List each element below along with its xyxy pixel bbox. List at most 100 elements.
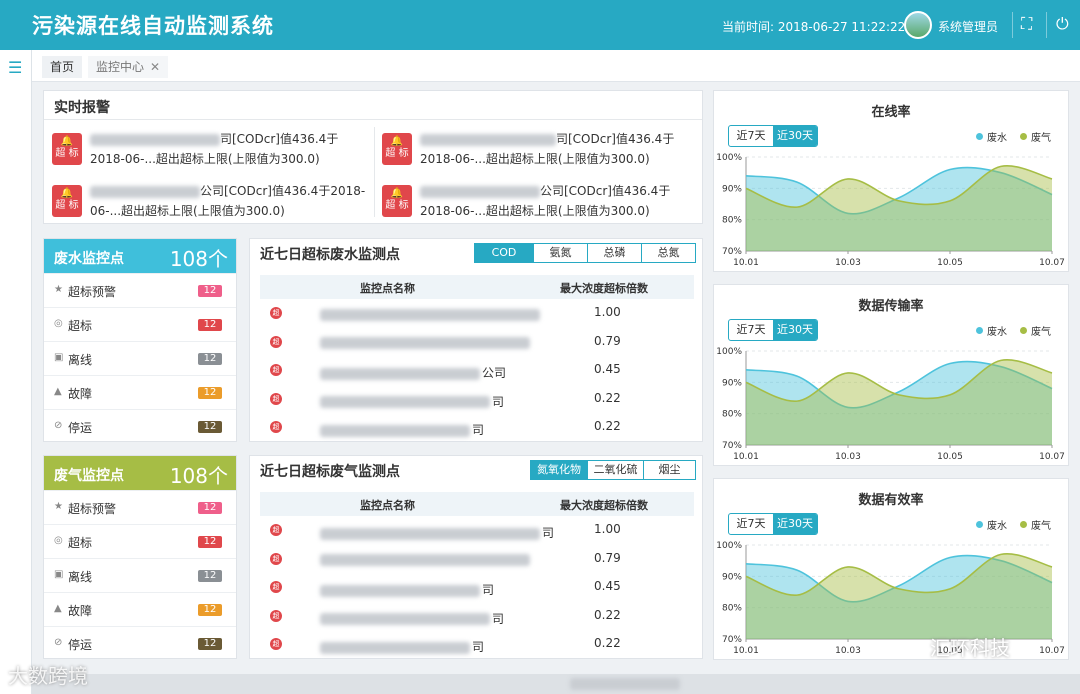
power-icon[interactable]: ⏻ (1056, 15, 1069, 33)
y-tick-label: 90% (722, 572, 742, 582)
table-row[interactable]: 超 司 0.22 (260, 602, 694, 630)
table-row[interactable]: 超 司 1.00 (260, 516, 694, 544)
fullscreen-icon[interactable]: ⛶ (1021, 15, 1032, 33)
pollutant-button-cod[interactable]: COD (475, 244, 533, 262)
exceed-dot-icon: 超 (270, 581, 282, 593)
pollutant-button-so2[interactable]: 二氧化硫 (587, 461, 643, 479)
table-row[interactable]: 超 司 0.22 (260, 413, 694, 441)
range-7d-button[interactable]: 近7天 (729, 126, 773, 146)
stat-row[interactable]: ▣ 离线 12 (44, 558, 236, 592)
legend-gas[interactable]: 废气 (1020, 129, 1051, 144)
y-tick-label: 90% (722, 378, 742, 388)
exceed-dot-icon: 超 (270, 421, 282, 433)
range-30d-button[interactable]: 近30天 (773, 126, 817, 146)
stat-row[interactable]: ▲ 故障 12 (44, 592, 236, 626)
table-row[interactable]: 超 公司 0.45 (260, 356, 694, 384)
row-value: 0.45 (594, 579, 621, 593)
alarm-item[interactable]: 🔔 超 标 司[CODcr]值436.4于2018-06-...超出超标上限(上限… (52, 129, 372, 171)
column-header: 监控点名称 (360, 282, 415, 295)
exceed-dot-icon: 超 (270, 335, 282, 348)
y-tick-label: 100% (716, 541, 742, 551)
y-tick-label: 70% (722, 247, 742, 257)
stat-row[interactable]: ⊘ 停运 12 (44, 626, 236, 660)
alarm-item[interactable]: 🔔 超 标 公司[CODcr]值436.4于2018-06-...超出超标上限(上… (382, 181, 702, 223)
table-row[interactable]: 超 0.79 (260, 545, 694, 573)
legend-water[interactable]: 废水 (976, 129, 1007, 144)
row-name: 司 (320, 524, 554, 541)
table-row[interactable]: 超 司 0.22 (260, 385, 694, 413)
menu-toggle-icon[interactable]: ☰ (8, 58, 22, 77)
stat-row-label: 超标预警 (68, 502, 117, 516)
column-header: 最大浓度超标倍数 (560, 282, 648, 295)
legend-dot (976, 133, 983, 140)
tab-home[interactable]: 首页 (42, 56, 83, 78)
pollutant-button-nitrogen[interactable]: 总氮 (641, 244, 695, 262)
exceed-dot-icon: 超 (270, 524, 282, 536)
stat-header[interactable]: 废气监控点 108个 (44, 456, 236, 490)
area-chart: 100% 90% 80% 70%10.01 10.03 10.05 10.07 (716, 153, 1065, 268)
pollutant-button-ammonia[interactable]: 氨氮 (533, 244, 587, 262)
legend-water[interactable]: 废水 (976, 323, 1007, 338)
row-name-text: 司 (542, 526, 555, 540)
redacted-text (90, 133, 220, 146)
stat-row[interactable]: ⊘ 停运 12 (44, 409, 236, 443)
redacted-text (320, 527, 540, 540)
stopped-icon: ⊘ (54, 637, 63, 648)
tab-monitor-center[interactable]: 监控中心 ✕ (88, 56, 169, 78)
stat-row[interactable]: ★ 超标预警 12 (44, 490, 236, 524)
valid-rate-chart-panel: 数据有效率 近7天 近30天 废水 废气 100% 90% 80% 70% 10.01 10.03 1… (713, 478, 1069, 660)
stat-row[interactable]: ◎ 超标 12 (44, 524, 236, 558)
y-tick-label: 90% (722, 184, 742, 194)
row-name-text: 司 (492, 394, 505, 409)
pollutant-button-phosphorus[interactable]: 总磷 (587, 244, 641, 262)
range-toggle: 近7天 近30天 (728, 319, 818, 341)
stat-row-label: 故障 (68, 604, 93, 618)
chart-title: 数据传输率 (858, 299, 924, 314)
range-7d-button[interactable]: 近7天 (729, 514, 773, 534)
stat-row[interactable]: ★ 超标预警 12 (44, 273, 236, 307)
redacted-text (320, 613, 490, 625)
range-30d-button[interactable]: 近30天 (773, 514, 817, 534)
row-value: 0.22 (594, 390, 621, 405)
x-tick-label: 10.05 (937, 258, 963, 268)
table-row[interactable]: 超 司 0.45 (260, 573, 694, 601)
legend-gas[interactable]: 废气 (1020, 517, 1051, 532)
exceed-dot-icon: 超 (270, 638, 282, 650)
legend-dot (976, 521, 983, 528)
area-chart: 100% 90% 80% 70%10.01 10.03 10.05 10.07 (716, 347, 1065, 462)
range-toggle: 近7天 近30天 (728, 125, 818, 147)
range-30d-button[interactable]: 近30天 (773, 320, 817, 340)
stat-row[interactable]: ▣ 离线 12 (44, 341, 236, 375)
table-row[interactable]: 超 司 0.22 (260, 630, 694, 658)
row-name (320, 336, 532, 350)
close-icon[interactable]: ✕ (150, 60, 160, 74)
stat-header[interactable]: 废水监控点 108个 (44, 239, 236, 273)
row-value: 1.00 (594, 522, 621, 536)
alarm-item[interactable]: 🔔 超 标 公司[CODcr]值436.4于2018-06-...超出超标上限(上… (52, 181, 372, 223)
stat-row[interactable]: ▲ 故障 12 (44, 375, 236, 409)
offline-icon: ▣ (54, 352, 64, 363)
user-avatar[interactable] (904, 11, 932, 39)
alarm-item[interactable]: 🔔 超 标 司[CODcr]值436.4于2018-06-...超出超标上限(上限… (382, 129, 702, 171)
stat-row[interactable]: ◎ 超标 12 (44, 307, 236, 341)
legend-gas[interactable]: 废气 (1020, 323, 1051, 338)
legend-label: 废气 (1031, 327, 1051, 338)
legend-water[interactable]: 废水 (976, 517, 1007, 532)
panel-title: 近七日超标废水监测点 (260, 247, 400, 263)
user-name[interactable]: 系统管理员 (938, 18, 998, 35)
legend-label: 废水 (987, 327, 1007, 338)
pollutant-button-nox[interactable]: 氮氧化物 (531, 461, 587, 479)
pollutant-button-group: COD 氨氮 总磷 总氮 (474, 243, 696, 263)
range-7d-button[interactable]: 近7天 (729, 320, 773, 340)
redacted-text (420, 185, 540, 198)
redacted-text (320, 396, 490, 408)
pollutant-button-dust[interactable]: 烟尘 (643, 461, 695, 479)
stat-row-count: 12 (198, 536, 222, 548)
y-tick-label: 70% (722, 635, 742, 645)
table-row[interactable]: 超 1.00 (260, 299, 694, 327)
fault-icon: ▲ (54, 603, 62, 614)
table-row[interactable]: 超 0.79 (260, 328, 694, 356)
redacted-text (320, 308, 540, 321)
gas-exceed-table-panel: 近七日超标废气监测点 氮氧化物 二氧化硫 烟尘 监控点名称 最大浓度超标倍数 超… (249, 455, 703, 659)
stopped-icon: ⊘ (54, 420, 63, 431)
